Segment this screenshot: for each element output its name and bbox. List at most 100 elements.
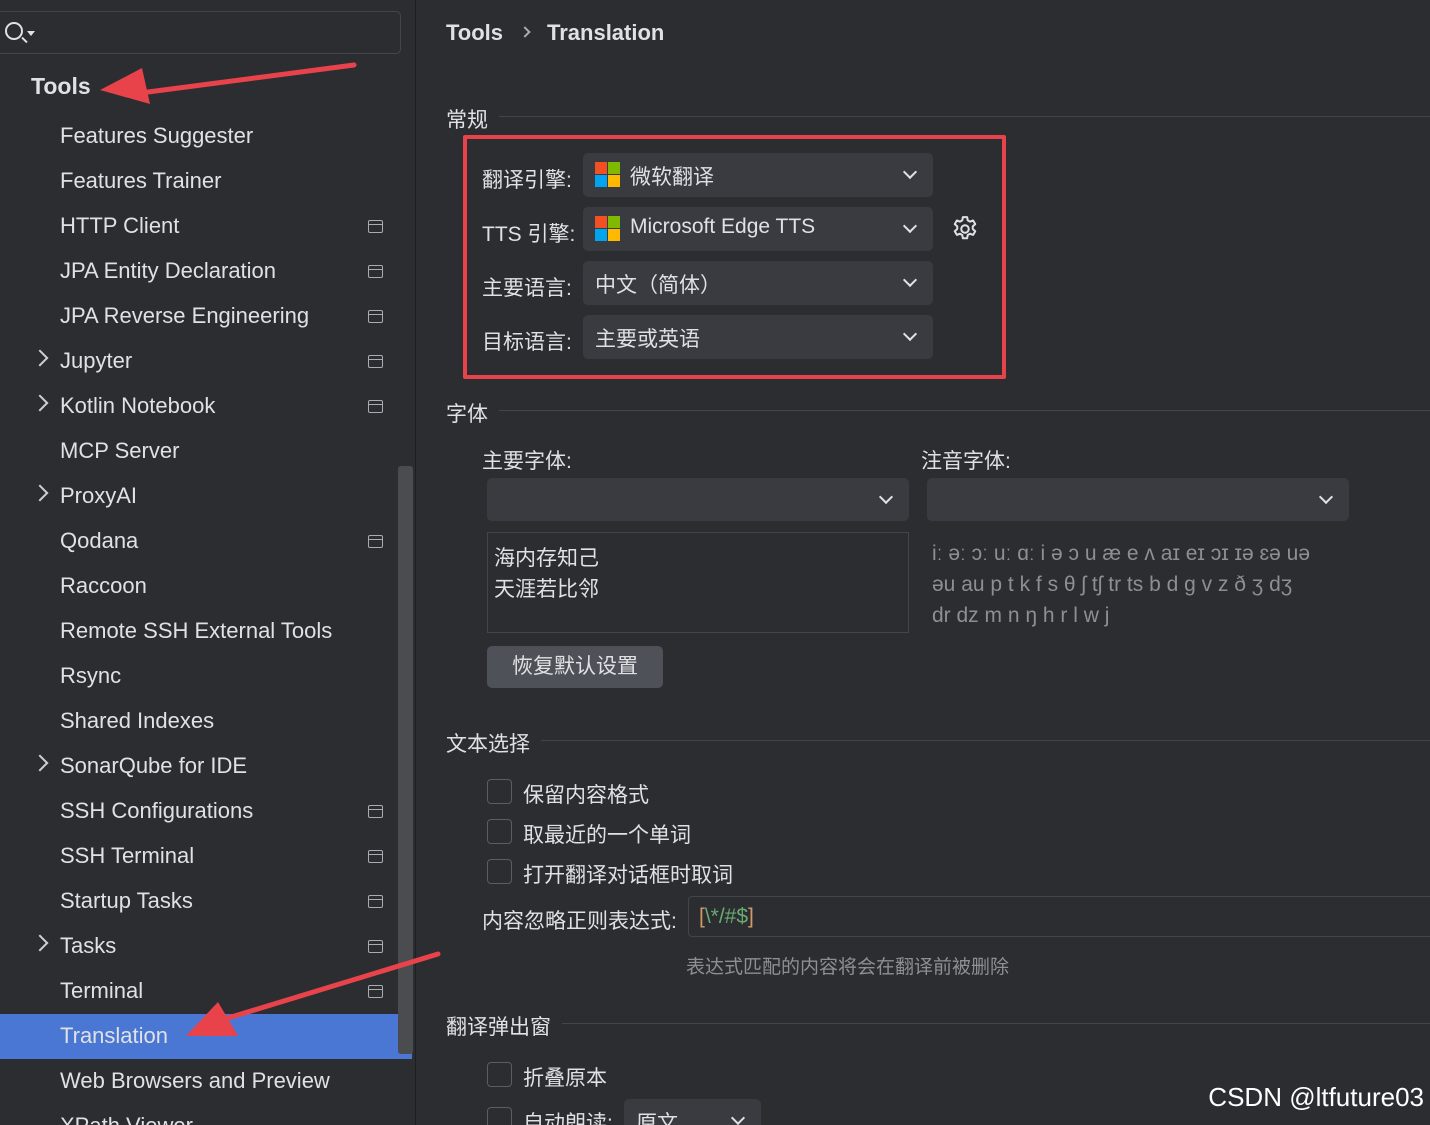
project-settings-icon xyxy=(368,220,383,233)
tts-label: TTS 引擎: xyxy=(482,223,576,246)
sidebar-item-http-client[interactable]: HTTP Client xyxy=(0,204,412,249)
primary-font-select[interactable] xyxy=(487,478,909,521)
sidebar-item-label: JPA Reverse Engineering xyxy=(60,303,310,328)
phonetic-line-3: dr dz m n ŋ h r l w j xyxy=(932,604,1110,627)
sidebar-item-label: SSH Configurations xyxy=(60,798,254,823)
chevron-right-icon[interactable] xyxy=(31,349,49,367)
chevron-down-icon xyxy=(730,1110,746,1125)
project-settings-icon xyxy=(368,310,383,323)
auto-read-checkbox[interactable] xyxy=(487,1107,512,1125)
settings-panel: Tools Translation 常规 翻译引擎: 微软翻译 TTS 引擎: … xyxy=(417,0,1430,1125)
project-settings-icon xyxy=(368,535,383,548)
chevron-down-icon xyxy=(902,272,918,288)
phonetic-line-2: əu au p t k f s θ ʃ tʃ tr ts b d g v z ð… xyxy=(932,573,1293,596)
primary-lang-select[interactable]: 中文（简体） xyxy=(583,261,933,305)
watermark: CSDN @ltfuture03 xyxy=(1208,1082,1424,1112)
section-general-title: 常规 xyxy=(446,109,488,132)
pick-word-on-open-checkbox[interactable] xyxy=(487,859,512,884)
chevron-down-icon xyxy=(902,326,918,342)
sidebar-item-label: Remote SSH External Tools xyxy=(60,618,333,643)
target-lang-label: 目标语言: xyxy=(482,331,572,354)
primary-lang-label: 主要语言: xyxy=(482,277,572,300)
project-settings-icon xyxy=(368,850,383,863)
sidebar-scrollbar[interactable] xyxy=(398,466,413,1054)
chevron-right-icon[interactable] xyxy=(31,394,49,412)
sidebar-item-sonarqube-for-ide[interactable]: SonarQube for IDE xyxy=(0,744,412,789)
sidebar-item-terminal[interactable]: Terminal xyxy=(0,969,412,1014)
section-divider xyxy=(562,1023,1430,1024)
section-text-selection-title: 文本选择 xyxy=(446,733,530,756)
sidebar-item-label: MCP Server xyxy=(60,438,180,463)
tts-select[interactable]: Microsoft Edge TTS xyxy=(583,207,933,251)
sidebar-item-raccoon[interactable]: Raccoon xyxy=(0,564,412,609)
tree-group-tools[interactable]: Tools xyxy=(31,73,91,100)
section-divider xyxy=(541,740,1430,741)
sidebar-item-xpath-viewer[interactable]: XPath Viewer xyxy=(0,1104,412,1125)
project-settings-icon xyxy=(368,985,383,998)
sidebar-item-qodana[interactable]: Qodana xyxy=(0,519,412,564)
chevron-right-icon[interactable] xyxy=(31,754,49,772)
phonetic-line-1: iː əː ɔː uː ɑː i ə ɔ u æ e ʌ aɪ eɪ ɔɪ ɪə… xyxy=(932,542,1311,565)
sidebar-item-features-suggester[interactable]: Features Suggester xyxy=(0,114,412,159)
section-divider xyxy=(499,116,1430,117)
target-lang-select[interactable]: 主要或英语 xyxy=(583,315,933,359)
project-settings-icon xyxy=(368,940,383,953)
search-icon[interactable] xyxy=(5,22,23,40)
reset-defaults-button[interactable]: 恢复默认设置 xyxy=(487,646,663,688)
primary-font-label: 主要字体: xyxy=(482,450,572,473)
sidebar-item-translation[interactable]: Translation xyxy=(0,1014,412,1059)
keep-format-checkbox[interactable] xyxy=(487,779,512,804)
project-settings-icon xyxy=(368,355,383,368)
sidebar-item-shared-indexes[interactable]: Shared Indexes xyxy=(0,699,412,744)
sidebar-item-kotlin-notebook[interactable]: Kotlin Notebook xyxy=(0,384,412,429)
sidebar-item-label: Startup Tasks xyxy=(60,888,193,913)
sidebar-item-ssh-terminal[interactable]: SSH Terminal xyxy=(0,834,412,879)
fold-original-checkbox[interactable] xyxy=(487,1062,512,1087)
project-settings-icon xyxy=(368,805,383,818)
primary-lang-value: 中文（简体） xyxy=(595,274,721,297)
sidebar-item-jupyter[interactable]: Jupyter xyxy=(0,339,412,384)
auto-read-label[interactable]: 自动朗读: xyxy=(523,1107,613,1125)
sidebar-item-features-trainer[interactable]: Features Trainer xyxy=(0,159,412,204)
chevron-right-icon xyxy=(519,26,531,38)
settings-sidebar: Tools Features Suggester Features Trainer… xyxy=(0,0,416,1125)
chevron-right-icon[interactable] xyxy=(31,934,49,952)
settings-search[interactable] xyxy=(0,11,401,54)
chevron-down-icon[interactable] xyxy=(27,31,35,36)
sidebar-item-label: Translation xyxy=(60,1023,169,1048)
breadcrumb-parent[interactable]: Tools xyxy=(446,20,503,46)
search-input[interactable] xyxy=(40,18,380,48)
engine-value: 微软翻译 xyxy=(630,166,714,189)
sidebar-item-web-browsers-and-preview[interactable]: Web Browsers and Preview xyxy=(0,1059,412,1104)
nearest-word-checkbox[interactable] xyxy=(487,819,512,844)
engine-select[interactable]: 微软翻译 xyxy=(583,153,933,197)
sidebar-item-label: Terminal xyxy=(60,978,144,1003)
gear-icon[interactable] xyxy=(950,214,980,244)
chevron-down-icon xyxy=(1318,489,1334,505)
sidebar-item-startup-tasks[interactable]: Startup Tasks xyxy=(0,879,412,924)
sidebar-item-tasks[interactable]: Tasks xyxy=(0,924,412,969)
font-preview-box: 海内存知己 天涯若比邻 xyxy=(487,532,909,633)
nearest-word-label[interactable]: 取最近的一个单词 xyxy=(523,819,691,849)
regex-value: [\*/#$] xyxy=(699,905,754,928)
regex-input[interactable]: [\*/#$] xyxy=(688,896,1430,937)
auto-read-select[interactable]: 原文 xyxy=(624,1099,761,1125)
sidebar-item-jpa-reverse-engineering[interactable]: JPA Reverse Engineering xyxy=(0,294,412,339)
microsoft-logo-icon xyxy=(595,216,620,241)
pick-word-on-open-label[interactable]: 打开翻译对话框时取词 xyxy=(523,859,733,889)
sidebar-item-label: JPA Entity Declaration xyxy=(60,258,277,283)
sidebar-item-remote-ssh-external-tools[interactable]: Remote SSH External Tools xyxy=(0,609,412,654)
engine-label: 翻译引擎: xyxy=(482,169,572,192)
sidebar-item-rsync[interactable]: Rsync xyxy=(0,654,412,699)
regex-hint: 表达式匹配的内容将会在翻译前被删除 xyxy=(686,957,1010,978)
tts-value: Microsoft Edge TTS xyxy=(630,215,816,238)
sidebar-item-mcp-server[interactable]: MCP Server xyxy=(0,429,412,474)
chevron-right-icon[interactable] xyxy=(31,484,49,502)
keep-format-label[interactable]: 保留内容格式 xyxy=(523,779,649,809)
fold-original-label[interactable]: 折叠原本 xyxy=(523,1062,607,1092)
sidebar-item-jpa-entity-declaration[interactable]: JPA Entity Declaration xyxy=(0,249,412,294)
regex-label: 内容忽略正则表达式: xyxy=(482,910,677,933)
phonetic-font-select[interactable] xyxy=(927,478,1349,521)
sidebar-item-proxyai[interactable]: ProxyAI xyxy=(0,474,412,519)
sidebar-item-ssh-configurations[interactable]: SSH Configurations xyxy=(0,789,412,834)
